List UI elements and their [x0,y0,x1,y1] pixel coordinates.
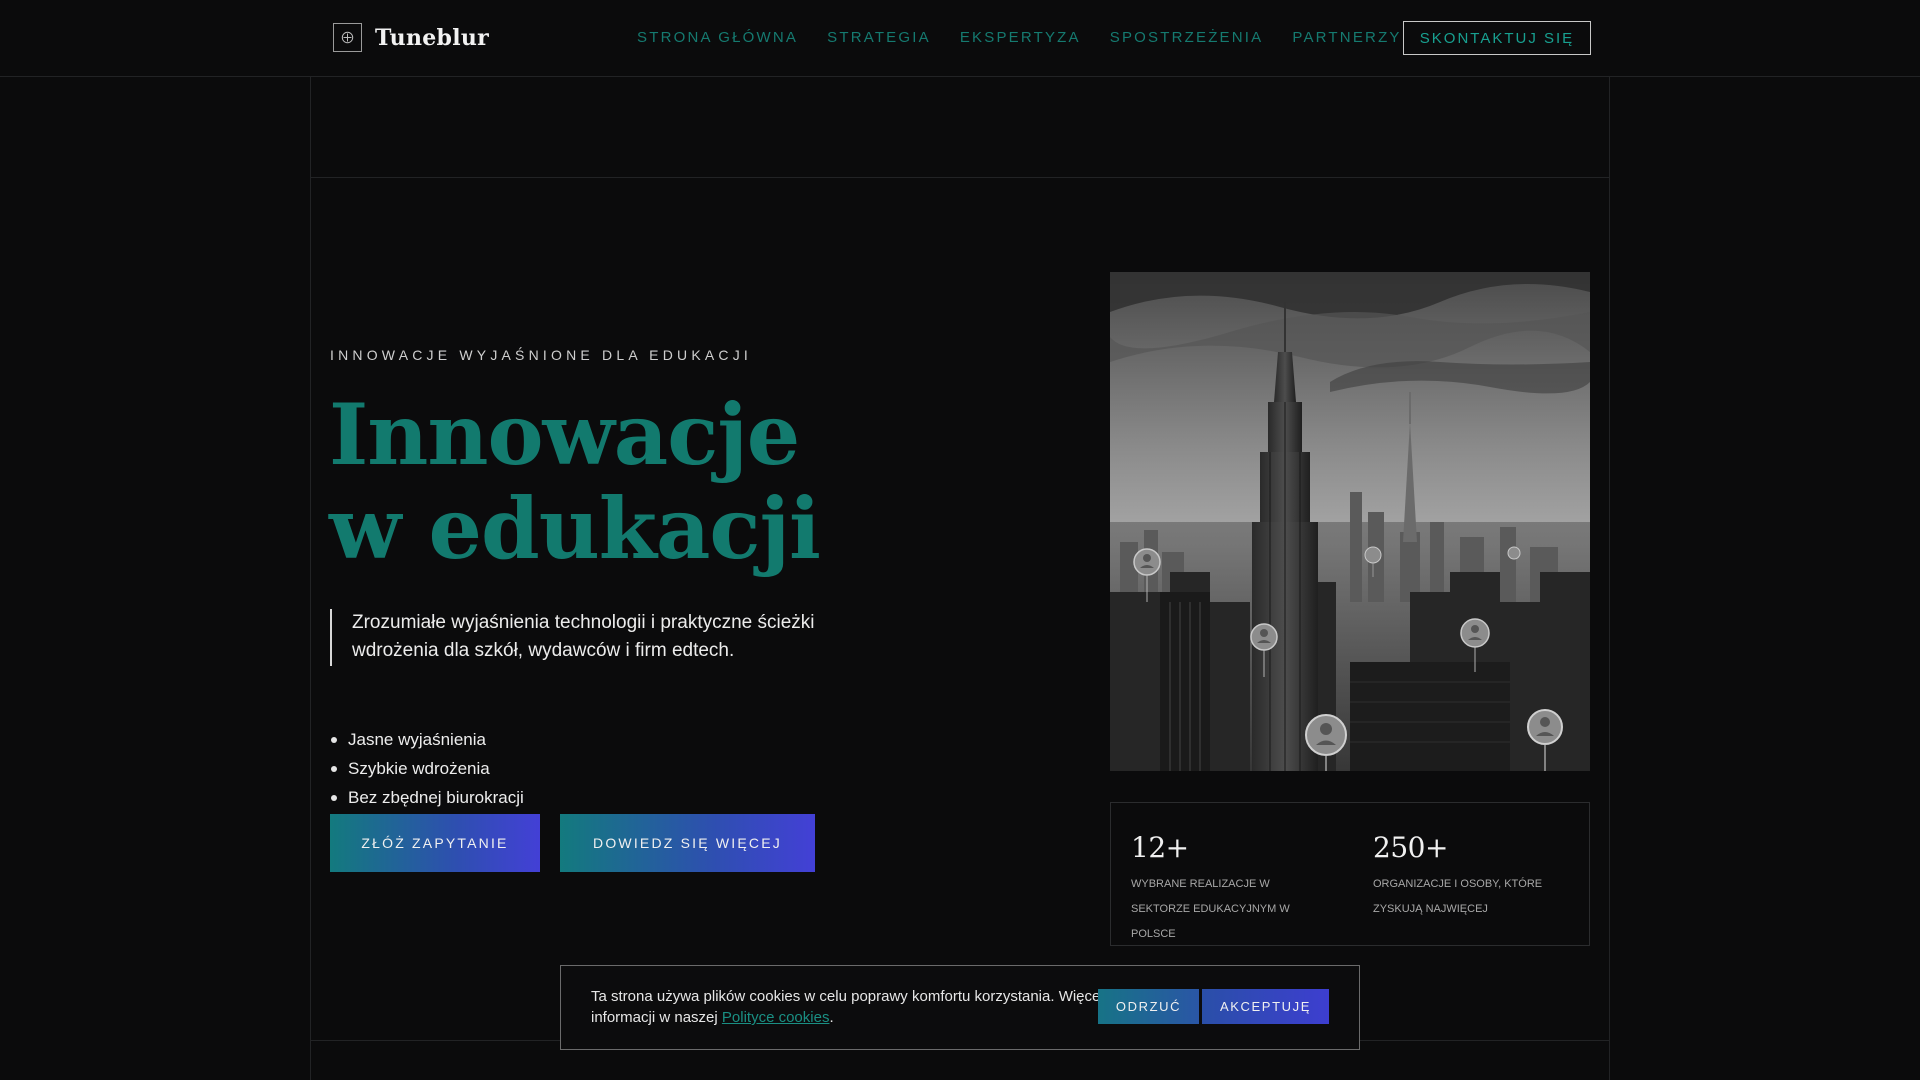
stat-label: ORGANIZACJE I OSOBY, KTÓRE ZYSKUJĄ NAJWI… [1373,878,1543,915]
site-header: Tuneblur STRONA GŁÓWNA STRATEGIA EKSPERT… [0,0,1920,77]
stat-value: 12+ [1131,831,1189,864]
stat-projects: 12+ WYBRANE REALIZACJE W SEKTORZE EDUKAC… [1131,831,1331,947]
hero-eyebrow: INNOWACJE WYJAŚNIONE DLA EDUKACJI [330,347,753,363]
list-item: Szybkie wdrożenia [330,754,524,783]
submit-inquiry-button[interactable]: ZŁÓŻ ZAPYTANIE [330,814,540,872]
nav-link-home[interactable]: STRONA GŁÓWNA [637,29,798,46]
hero-title: Innowacje w edukacji [329,385,821,578]
frame-line-left [310,77,311,1080]
logo-text: Tuneblur [375,24,490,51]
contact-button[interactable]: SKONTAKTUJ SIĘ [1403,21,1591,55]
reject-cookies-button[interactable]: ODRZUĆ [1098,989,1199,1024]
feature-list: Jasne wyjaśnienia Szybkie wdrożenia Bez … [330,725,524,812]
cookie-text: Ta strona używa plików cookies w celu po… [591,986,1111,1028]
list-item: Bez zbędnej biurokracji [330,783,524,812]
stat-organizations: 250+ ORGANIZACJE I OSOBY, KTÓRE ZYSKUJĄ … [1373,831,1573,922]
hero-lead: Zrozumiałe wyjaśnienia technologii i pra… [330,609,850,666]
nav-link-expertise[interactable]: EKSPERTYZA [960,29,1081,46]
hero-city-image [1110,272,1590,771]
nav-link-strategy[interactable]: STRATEGIA [827,29,931,46]
stats-panel: 12+ WYBRANE REALIZACJE W SEKTORZE EDUKAC… [1110,802,1590,946]
learn-more-button[interactable]: DOWIEDZ SIĘ WIĘCEJ [560,814,815,872]
logo[interactable]: Tuneblur [333,23,489,52]
cookie-banner: Ta strona używa plików cookies w celu po… [560,965,1360,1050]
accept-cookies-button[interactable]: AKCEPTUJĘ [1202,989,1329,1024]
frame-line-top [310,177,1610,178]
main-nav: STRONA GŁÓWNA STRATEGIA EKSPERTYZA SPOST… [637,29,1431,46]
stat-label: WYBRANE REALIZACJE W SEKTORZE EDUKACYJNY… [1131,878,1290,940]
frame-line-right [1609,77,1610,1080]
cookie-policy-link[interactable]: Polityce cookies [722,1009,830,1026]
stat-value: 250+ [1373,831,1448,864]
nav-link-insights[interactable]: SPOSTRZEŻENIA [1110,29,1264,46]
cookie-message: Ta strona używa plików cookies w celu po… [591,988,1104,1026]
nav-link-partners[interactable]: PARTNERZY [1292,29,1401,46]
cookie-message-end: . [829,1009,834,1026]
logo-mark-icon [333,23,362,52]
list-item: Jasne wyjaśnienia [330,725,524,754]
